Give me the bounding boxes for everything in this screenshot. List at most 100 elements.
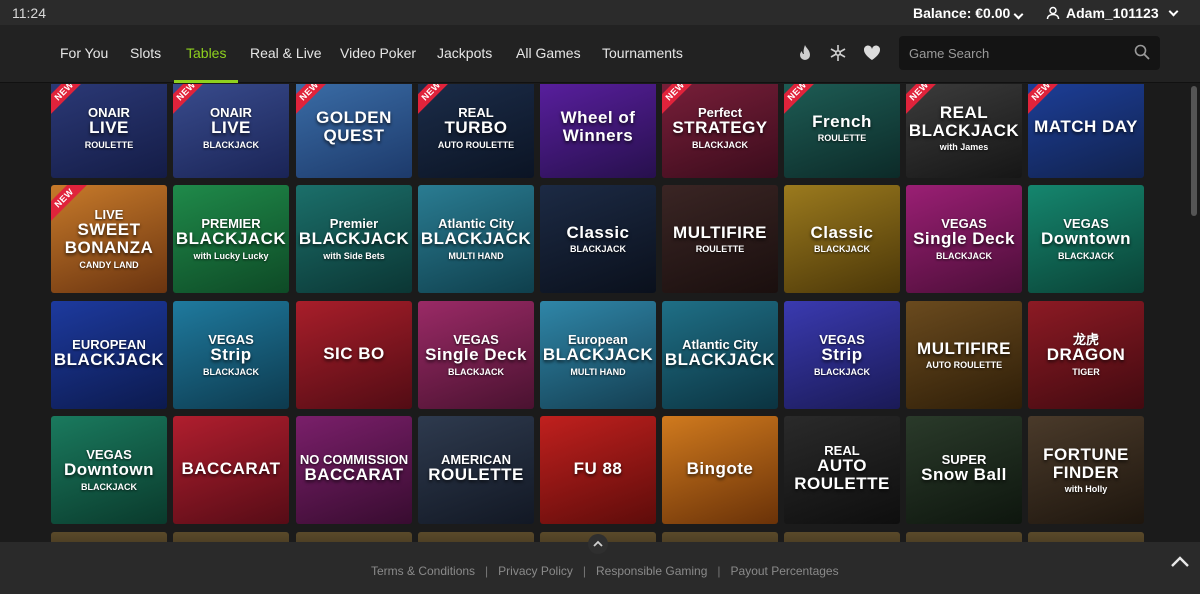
nav-tables[interactable]: Tables: [186, 45, 226, 61]
game-title-line: Downtown: [1041, 229, 1131, 249]
game-tile[interactable]: Premier BLACKJACK with Side Bets: [296, 185, 412, 293]
game-title-line: SWEET BONANZA: [64, 220, 154, 258]
nav-all-games[interactable]: All Games: [516, 45, 581, 61]
game-tile[interactable]: LIVE SWEET BONANZA CANDY LAND NEW: [51, 185, 167, 293]
game-title-line: REAL: [458, 104, 494, 120]
game-title-line: BLACKJACK: [448, 367, 504, 378]
nav-jackpots[interactable]: Jackpots: [437, 45, 492, 61]
game-tile[interactable]: SIC BO: [296, 301, 412, 409]
nav-slots[interactable]: Slots: [130, 45, 161, 61]
game-tile[interactable]: Classic BLACKJACK: [784, 185, 900, 293]
game-tile[interactable]: FORTUNE FINDER with Holly: [1028, 416, 1144, 524]
game-tile[interactable]: VEGAS Downtown BLACKJACK: [51, 416, 167, 524]
chevron-up-icon: [593, 540, 603, 547]
user-menu[interactable]: Adam_101123: [1046, 5, 1179, 21]
game-tile[interactable]: Atlantic City BLACKJACK: [662, 301, 778, 409]
game-tile[interactable]: ONAIR LIVE BLACKJACK NEW: [173, 84, 289, 178]
game-tile-partial[interactable]: [1028, 532, 1144, 542]
game-title-line: with Holly: [1064, 484, 1108, 495]
game-tile[interactable]: NO COMMISSION BACCARAT: [296, 416, 412, 524]
nav-real-live[interactable]: Real & Live: [250, 45, 322, 61]
balance-dropdown[interactable]: Balance: €0.00: [913, 5, 1024, 21]
username: Adam_101123: [1066, 5, 1159, 21]
user-icon: [1046, 6, 1060, 20]
scroll-to-top-button[interactable]: [1168, 552, 1192, 572]
favorites-button[interactable]: [861, 42, 883, 64]
game-tile[interactable]: FU 88: [540, 416, 656, 524]
game-tile[interactable]: VEGAS Strip BLACKJACK: [784, 301, 900, 409]
game-tile[interactable]: MATCH DAY NEW: [1028, 84, 1144, 178]
game-tile[interactable]: Atlantic City BLACKJACK MULTI HAND: [418, 185, 534, 293]
chevron-down-icon: [1013, 9, 1024, 20]
game-search[interactable]: [899, 36, 1160, 70]
game-tile[interactable]: GOLDEN QUEST NEW: [296, 84, 412, 178]
search-input[interactable]: [899, 36, 1109, 70]
game-tile-partial[interactable]: [51, 532, 167, 542]
game-tile[interactable]: SUPER Snow Ball: [906, 416, 1022, 524]
game-tile[interactable]: REAL BLACKJACK with James NEW: [906, 84, 1022, 178]
payout-link[interactable]: Payout Percentages: [731, 564, 839, 578]
game-tile-partial[interactable]: [662, 532, 778, 542]
game-title-line: EUROPEAN: [72, 336, 146, 352]
game-tile[interactable]: French ROULETTE NEW: [784, 84, 900, 178]
game-tile[interactable]: 龙虎 DRAGON TIGER: [1028, 301, 1144, 409]
new-badge: NEW: [784, 84, 822, 116]
game-tile[interactable]: European BLACKJACK MULTI HAND: [540, 301, 656, 409]
terms-link[interactable]: Terms & Conditions: [371, 564, 475, 578]
hot-games-button[interactable]: [794, 42, 816, 64]
game-title-line: Downtown: [64, 460, 154, 480]
flame-icon: [800, 45, 810, 60]
balance-label: Balance: €0.00: [913, 5, 1011, 21]
game-tile[interactable]: Bingote: [662, 416, 778, 524]
new-games-button[interactable]: [827, 42, 849, 64]
game-title-line: BLACKJACK: [420, 229, 532, 249]
game-tile-partial[interactable]: [173, 532, 289, 542]
game-tile[interactable]: AMERICAN ROULETTE: [418, 416, 534, 524]
game-tile[interactable]: REAL AUTO ROULETTE: [784, 416, 900, 524]
responsible-gaming-link[interactable]: Responsible Gaming: [596, 564, 707, 578]
page-scrollbar[interactable]: [1190, 84, 1198, 542]
expand-footer-button[interactable]: [588, 534, 608, 554]
nav-for-you[interactable]: For You: [60, 45, 108, 61]
privacy-link[interactable]: Privacy Policy: [498, 564, 573, 578]
game-tile[interactable]: VEGAS Strip BLACKJACK: [173, 301, 289, 409]
game-title-line: Premier: [329, 215, 379, 231]
game-title-line: FORTUNE FINDER: [1043, 444, 1129, 482]
game-title-line: BLACKJACK: [203, 367, 259, 378]
game-title-line: BACCARAT: [304, 465, 404, 485]
game-title-line: Classic: [566, 222, 630, 242]
game-title-line: Strip: [821, 345, 863, 365]
game-tile-partial[interactable]: [784, 532, 900, 542]
search-icon[interactable]: [1134, 44, 1150, 60]
game-tile-partial[interactable]: [906, 532, 1022, 542]
game-tile[interactable]: Wheel of Winners: [540, 84, 656, 178]
game-tile[interactable]: VEGAS Single Deck BLACKJACK: [906, 185, 1022, 293]
game-title-line: ONAIR: [88, 104, 130, 120]
game-tile-partial[interactable]: [418, 532, 534, 542]
game-title-line: SUPER: [941, 451, 987, 467]
game-tile[interactable]: VEGAS Single Deck BLACKJACK: [418, 301, 534, 409]
game-title-line: BLACKJACK: [936, 251, 992, 262]
scrollbar-thumb[interactable]: [1191, 86, 1197, 216]
game-title-line: ROULETTE: [428, 465, 524, 485]
game-title-line: Snow Ball: [921, 465, 1007, 485]
game-tile[interactable]: ONAIR LIVE ROULETTE NEW: [51, 84, 167, 178]
game-tile[interactable]: MULTIFIRE AUTO ROULETTE: [906, 301, 1022, 409]
game-tile[interactable]: EUROPEAN BLACKJACK: [51, 301, 167, 409]
game-tile[interactable]: MULTIFIRE ROULETTE: [662, 185, 778, 293]
nav-tournaments[interactable]: Tournaments: [602, 45, 683, 61]
game-tile[interactable]: VEGAS Downtown BLACKJACK: [1028, 185, 1144, 293]
game-tile[interactable]: Perfect STRATEGY BLACKJACK NEW: [662, 84, 778, 178]
game-tile[interactable]: Classic BLACKJACK: [540, 185, 656, 293]
main-nav: For You Slots Tables Real & Live Video P…: [0, 25, 1200, 83]
game-tile-partial[interactable]: [296, 532, 412, 542]
separator: |: [582, 564, 586, 578]
game-title-line: BLACKJACK: [814, 244, 870, 255]
game-tile[interactable]: REAL TURBO AUTO ROULETTE NEW: [418, 84, 534, 178]
nav-video-poker[interactable]: Video Poker: [340, 45, 416, 61]
game-title-line: BLACKJACK: [692, 140, 748, 151]
game-tile[interactable]: BACCARAT: [173, 416, 289, 524]
clock: 11:24: [12, 5, 46, 21]
game-tile[interactable]: PREMIER BLACKJACK with Lucky Lucky: [173, 185, 289, 293]
game-title-line: Single Deck: [913, 229, 1015, 249]
